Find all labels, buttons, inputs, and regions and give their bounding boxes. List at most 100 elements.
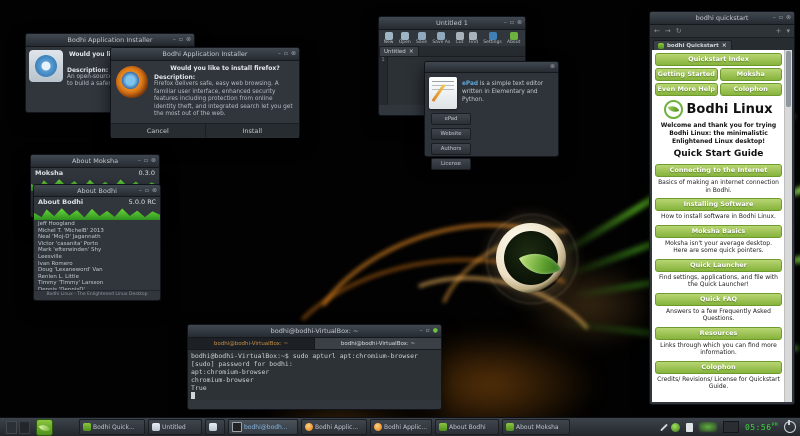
terminal-output[interactable]: bodhi@bodhi-VirtualBox:~$ sudo apturl ap…: [188, 350, 441, 400]
about-button[interactable]: About: [507, 32, 520, 45]
taskbar-item-label: Untitled: [162, 423, 186, 431]
minimize-icon[interactable]: –: [278, 51, 281, 57]
pager-desktop-1[interactable]: [6, 420, 17, 434]
section-button-quick-launcher[interactable]: Quick Launcher: [655, 258, 782, 272]
taskbar-item-about-bodhi[interactable]: About Bodhi: [435, 419, 499, 435]
close-icon[interactable]: ●: [433, 328, 438, 334]
terminal-tab-inactive[interactable]: bodhi@bodhi-VirtualBox: ~: [188, 338, 315, 349]
find-button[interactable]: Find: [469, 32, 478, 45]
bodhi-logo: Bodhi Linux: [655, 100, 782, 119]
network-indicator-icon[interactable]: [698, 422, 717, 432]
back-icon[interactable]: ←: [654, 27, 660, 35]
website-button[interactable]: Website: [431, 128, 471, 140]
desktop-pager[interactable]: [6, 420, 30, 434]
maximize-icon[interactable]: ▫: [179, 37, 183, 43]
quickstart-title: bodhi quickstart: [695, 14, 749, 22]
quickstart-tab[interactable]: bodhi Quickstart ×: [653, 40, 732, 50]
updates-icon[interactable]: [670, 422, 680, 432]
maximize-icon[interactable]: ▫: [144, 158, 148, 164]
tab-close-icon[interactable]: ×: [409, 48, 414, 55]
terminal-titlebar[interactable]: bodhi@bodhi-VirtualBox: ~ – ▫ ●: [188, 325, 441, 338]
minimize-icon[interactable]: –: [138, 158, 141, 164]
epad-about-window[interactable]: ⊗ ePad is a simple text editor written i…: [424, 61, 559, 170]
about-bodhi-window[interactable]: About Bodhi – ▫ ⊗ About Bodhi 5.0.0 RC Jef…: [33, 184, 161, 301]
section-button-internet[interactable]: Connecting to the Internet: [655, 164, 782, 178]
settings-button[interactable]: Settings: [483, 32, 502, 45]
minimize-icon[interactable]: –: [420, 328, 423, 334]
close-icon[interactable]: ⊗: [291, 51, 296, 57]
maximize-icon[interactable]: ▫: [284, 51, 288, 57]
new-button[interactable]: New: [384, 32, 393, 45]
save-button[interactable]: Save: [416, 32, 427, 45]
open-button[interactable]: Open: [399, 32, 411, 45]
epad-about-titlebar[interactable]: ⊗: [425, 62, 558, 73]
minimize-icon[interactable]: –: [139, 187, 142, 194]
installer-firefox-titlebar[interactable]: Bodhi Application Installer – ▫ ⊗: [111, 48, 299, 61]
taskbar-item-about-moksha[interactable]: About Moksha: [502, 419, 570, 435]
close-icon[interactable]: ⊗: [550, 64, 555, 70]
authors-button[interactable]: Authors: [431, 143, 471, 155]
save-as-button[interactable]: Save As: [432, 32, 450, 45]
close-icon[interactable]: ⊗: [152, 187, 157, 194]
section-button-software[interactable]: Installing Software: [655, 198, 782, 212]
maximize-icon[interactable]: ▫: [426, 328, 430, 334]
close-icon[interactable]: ⊗: [151, 158, 156, 164]
taskbar-item-quickstart[interactable]: Bodhi Quick...: [79, 419, 145, 435]
about-bodhi-titlebar[interactable]: About Bodhi – ▫ ⊗: [34, 185, 160, 197]
epad-tab[interactable]: Untitled ×: [379, 46, 419, 56]
chromium-icon: [29, 50, 63, 82]
maximize-icon[interactable]: ▫: [145, 187, 149, 194]
taskbar-item-terminal[interactable]: bodhi@bodh...: [228, 419, 298, 435]
pencil-icon[interactable]: [660, 423, 668, 431]
minimize-icon[interactable]: –: [773, 15, 776, 21]
taskbar-item-installer-2[interactable]: Bodhi Applic...: [370, 419, 432, 435]
minimize-icon[interactable]: –: [504, 20, 507, 26]
quickstart-index-button[interactable]: Quickstart Index: [655, 53, 782, 66]
minimize-icon[interactable]: –: [173, 37, 176, 43]
maximize-icon[interactable]: ▫: [779, 15, 783, 21]
even-more-help-button[interactable]: Even More Help: [655, 83, 718, 96]
tab-close-icon[interactable]: ×: [722, 42, 727, 49]
clipboard-icon[interactable]: [685, 422, 693, 432]
section-button-quick-faq[interactable]: Quick FAQ: [655, 292, 782, 306]
pager-desktop-2[interactable]: [19, 420, 30, 434]
leaf-icon: [38, 421, 51, 434]
terminal-tab-active[interactable]: bodhi@bodhi-VirtualBox: ~: [315, 338, 441, 349]
clock[interactable]: 05:56PM: [745, 423, 778, 432]
close-icon[interactable]: ⊗: [517, 20, 522, 26]
quickstart-window[interactable]: bodhi quickstart – ▫ ⊗ ← → ↻ + ▾ bodhi Qui…: [649, 11, 795, 405]
close-icon[interactable]: ⊗: [786, 15, 791, 21]
menu-chevron-icon[interactable]: ▾: [786, 27, 790, 35]
terminal-window[interactable]: bodhi@bodhi-VirtualBox: ~ – ▫ ● bodhi@bodh…: [187, 324, 442, 410]
taskbar-item-untitled[interactable]: Untitled: [148, 419, 202, 435]
license-button[interactable]: License: [431, 158, 471, 170]
moksha-button[interactable]: Moksha: [719, 68, 782, 81]
getting-started-button[interactable]: Getting Started: [655, 68, 718, 81]
scrollbar-thumb[interactable]: [786, 51, 791, 107]
forward-icon[interactable]: →: [665, 27, 671, 35]
cancel-button[interactable]: Cancel: [111, 124, 206, 138]
installer-chromium-titlebar[interactable]: Bodhi Application Installer – ▫ ⊗: [26, 34, 194, 47]
bodhi-menu-button[interactable]: [36, 418, 53, 436]
cut-button[interactable]: Cut: [455, 32, 464, 45]
new-tab-icon[interactable]: +: [776, 27, 782, 35]
epad-tab-button[interactable]: ePad: [431, 113, 471, 125]
section-button-moksha-basics[interactable]: Moksha Basics: [655, 224, 782, 238]
close-icon[interactable]: ⊗: [186, 37, 191, 43]
credit-line: Timmy 'Timmy' Larsson: [38, 280, 104, 287]
quickstart-titlebar[interactable]: bodhi quickstart – ▫ ⊗: [650, 12, 794, 25]
reload-icon[interactable]: ↻: [676, 27, 682, 35]
install-button[interactable]: Install: [206, 124, 300, 138]
epad-titlebar[interactable]: Untitled 1 – ▫ ⊗: [379, 17, 525, 30]
about-moksha-titlebar[interactable]: About Moksha – ▫ ⊗: [31, 155, 159, 168]
maximize-icon[interactable]: ▫: [510, 20, 514, 26]
section-button-colophon[interactable]: Colophon: [655, 360, 782, 374]
section-caption: Credits/ Revisions/ License for Quicksta…: [657, 375, 780, 391]
scrollbar[interactable]: [784, 50, 792, 402]
taskbar-item-installer-1[interactable]: Bodhi Applic...: [301, 419, 367, 435]
section-button-resources[interactable]: Resources: [655, 326, 782, 340]
installer-firefox-window[interactable]: Bodhi Application Installer – ▫ ⊗ Would yo…: [110, 47, 300, 138]
taskbar-item-epad-about[interactable]: [205, 419, 225, 435]
power-icon[interactable]: [784, 420, 796, 433]
colophon-index-button[interactable]: Colophon: [719, 83, 782, 96]
